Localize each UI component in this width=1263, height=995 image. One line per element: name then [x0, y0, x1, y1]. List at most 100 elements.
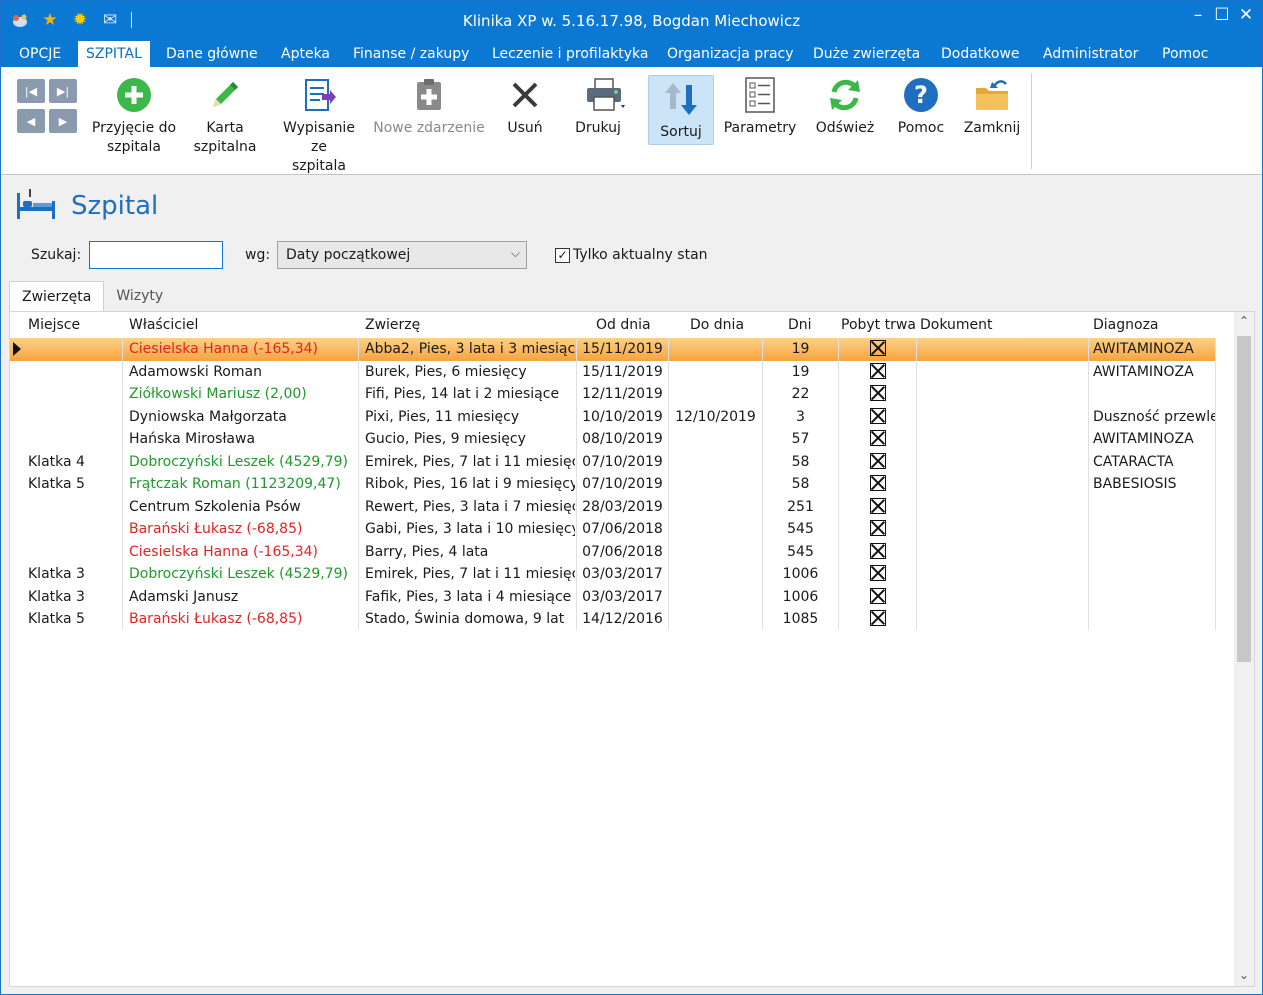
cell-do: [669, 563, 762, 586]
cell-diagnoza: CATARACTA: [1093, 453, 1174, 470]
row-selector[interactable]: [10, 451, 24, 474]
checked-box-icon[interactable]: [869, 497, 886, 514]
col-od-dnia[interactable]: Od dnia: [592, 312, 651, 338]
row-selector[interactable]: [10, 428, 24, 451]
menu-dodatkowe[interactable]: Dodatkowe: [933, 41, 1028, 67]
refresh-button[interactable]: Odśwież: [811, 75, 879, 138]
row-selector[interactable]: [10, 361, 24, 384]
parameters-button[interactable]: Parametry: [723, 75, 797, 138]
checked-box-icon[interactable]: [869, 430, 886, 446]
discharge-button[interactable]: Wypisanie ze szpitala: [273, 75, 365, 176]
checked-box-icon[interactable]: [869, 542, 886, 559]
next-record-icon[interactable]: ▶: [49, 109, 77, 133]
menu-finanse[interactable]: Finanse / zakupy: [345, 41, 477, 67]
col-diagnoza[interactable]: Diagnoza: [1089, 312, 1159, 338]
row-selector[interactable]: [10, 473, 24, 496]
cell-pobyt: [839, 563, 916, 586]
col-wlasciciel[interactable]: Właściciel: [125, 312, 198, 338]
col-pobyt-trwa[interactable]: Pobyt trwa: [837, 312, 916, 338]
table-row[interactable]: Klatka 5 Frątczak Roman (1123209,47) Ribok…: [10, 473, 1216, 496]
checked-box-icon[interactable]: [869, 452, 886, 469]
checked-box-icon[interactable]: [869, 610, 886, 626]
checked-box-icon[interactable]: [869, 587, 886, 604]
checked-box-icon[interactable]: [869, 407, 886, 424]
table-row[interactable]: Dyniowska Małgorzata Pixi, Pies, 11 miesi…: [10, 406, 1216, 429]
menu-administrator[interactable]: Administrator: [1035, 41, 1146, 67]
current-only-label[interactable]: Tylko aktualny stan: [573, 247, 708, 263]
row-selector[interactable]: [10, 586, 24, 609]
hospital-card-button[interactable]: Karta szpitalna: [191, 75, 259, 157]
refresh-icon: [825, 75, 865, 115]
col-dni[interactable]: Dni: [784, 312, 812, 338]
checklist-icon: [740, 75, 780, 115]
table-row[interactable]: Adamowski Roman Burek, Pies, 6 miesięcy 15…: [10, 361, 1216, 384]
row-selector[interactable]: [10, 608, 24, 631]
tab-wizyty[interactable]: Wizyty: [104, 281, 175, 311]
admit-button[interactable]: Przyjęcie do szpitala: [91, 75, 177, 157]
checked-box-icon[interactable]: [869, 565, 886, 581]
checked-box-icon[interactable]: [869, 340, 886, 356]
menu-dane-glowne[interactable]: Dane główne: [158, 41, 266, 67]
menu-organizacja[interactable]: Organizacja pracy: [659, 41, 802, 67]
checked-box-icon[interactable]: [869, 385, 886, 401]
minimize-button[interactable]: –: [1188, 5, 1208, 25]
table-row[interactable]: Centrum Szkolenia Psów Rewert, Pies, 3 la…: [10, 496, 1216, 519]
col-do-dnia[interactable]: Do dnia: [686, 312, 744, 338]
row-selector[interactable]: [10, 338, 24, 361]
sort-by-select[interactable]: Daty początkowej ⌵: [277, 241, 527, 269]
col-zwierze[interactable]: Zwierzę: [361, 312, 420, 338]
checked-box-icon[interactable]: [869, 475, 886, 491]
new-event-button[interactable]: Nowe zdarzenie: [373, 75, 485, 138]
close-form-button[interactable]: Zamknij: [959, 75, 1025, 138]
row-selector[interactable]: [10, 541, 24, 564]
cell-pobyt: [839, 473, 916, 496]
scroll-thumb[interactable]: [1237, 336, 1251, 662]
menu-duze-zwierzeta[interactable]: Duże zwierzęta: [805, 41, 928, 67]
menu-pomoc[interactable]: Pomoc: [1154, 41, 1216, 67]
menu-leczenie[interactable]: Leczenie i profilaktyka: [484, 41, 657, 67]
table-row[interactable]: Barański Łukasz (-68,85) Gabi, Pies, 3 la…: [10, 518, 1216, 541]
scroll-up-icon[interactable]: ⌃: [1234, 314, 1254, 328]
close-button[interactable]: ✕: [1236, 5, 1256, 25]
table-row[interactable]: Klatka 3 Dobroczyński Leszek (4529,79) Emi…: [10, 563, 1216, 586]
col-dokument[interactable]: Dokument: [916, 312, 993, 338]
menu-opcje[interactable]: OPCJE: [11, 41, 69, 67]
table-row[interactable]: Hańska Mirosława Gucio, Pies, 9 miesięcy 0…: [10, 428, 1216, 451]
prev-record-icon[interactable]: ◀: [17, 109, 45, 133]
print-button[interactable]: Drukuj: [567, 75, 643, 138]
table-row[interactable]: Klatka 5 Barański Łukasz (-68,85) Stado, Ś…: [10, 608, 1216, 631]
row-selector[interactable]: [10, 518, 24, 541]
first-record-icon[interactable]: |◀: [17, 79, 45, 103]
scroll-down-icon[interactable]: ⌄: [1234, 968, 1254, 982]
maximize-button[interactable]: ☐: [1212, 5, 1232, 25]
table-row[interactable]: Klatka 3 Adamski Janusz Fafik, Pies, 3 lat…: [10, 586, 1216, 609]
tab-zwierzeta[interactable]: Zwierzęta: [9, 281, 105, 311]
checked-box-icon[interactable]: [869, 362, 886, 379]
cell-wlasciciel: Frątczak Roman (1123209,47): [129, 476, 341, 492]
search-input[interactable]: [89, 241, 223, 269]
table-row[interactable]: Ziółkowski Mariusz (2,00) Fifi, Pies, 14 …: [10, 383, 1216, 406]
sort-button[interactable]: Sortuj: [648, 75, 714, 145]
current-only-checkbox[interactable]: ✓: [555, 248, 570, 263]
table-row[interactable]: Ciesielska Hanna (-165,34) Abba2, Pies, 3…: [10, 338, 1216, 361]
cell-zwierze: Pixi, Pies, 11 miesięcy: [365, 408, 520, 425]
menu-apteka[interactable]: Apteka: [273, 41, 338, 67]
parameters-label: Parametry: [723, 120, 797, 136]
help-button[interactable]: ? Pomoc: [891, 75, 951, 138]
menu-szpital[interactable]: SZPITAL: [78, 41, 150, 67]
row-selector[interactable]: [10, 496, 24, 519]
col-miejsce[interactable]: Miejsce: [24, 312, 80, 338]
delete-button[interactable]: Usuń: [497, 75, 553, 138]
cell-dni: 19: [791, 341, 810, 357]
table-row[interactable]: Klatka 4 Dobroczyński Leszek (4529,79) Emi…: [10, 451, 1216, 474]
last-record-icon[interactable]: ▶|: [49, 79, 77, 103]
table-row[interactable]: Ciesielska Hanna (-165,34) Barry, Pies, 4…: [10, 541, 1216, 564]
vertical-scrollbar[interactable]: ⌃ ⌄: [1234, 312, 1254, 986]
discharge-label-1: Wypisanie ze: [283, 120, 355, 155]
cell-zwierze: Burek, Pies, 6 miesięcy: [365, 363, 527, 380]
row-selector[interactable]: [10, 563, 24, 586]
checked-box-icon[interactable]: [869, 520, 886, 536]
cell-wlasciciel: Ciesielska Hanna (-165,34): [129, 341, 318, 357]
row-selector[interactable]: [10, 406, 24, 429]
row-selector[interactable]: [10, 383, 24, 406]
